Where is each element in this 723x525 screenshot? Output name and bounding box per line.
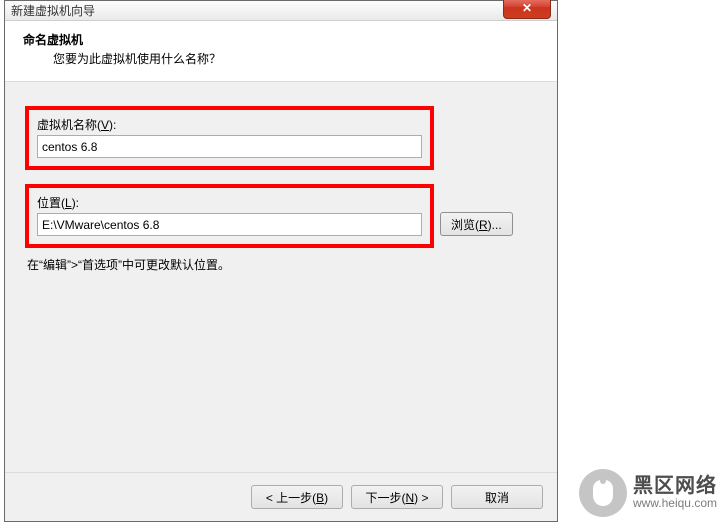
watermark-text: 黑区网络 www.heiqu.com: [633, 475, 717, 510]
cancel-button[interactable]: 取消: [451, 485, 543, 509]
wizard-footer: < 上一步(B) 下一步(N) > 取消: [5, 472, 557, 521]
watermark-cn: 黑区网络: [633, 475, 717, 497]
watermark-url: www.heiqu.com: [633, 497, 717, 510]
location-input[interactable]: [37, 213, 422, 236]
wizard-header: 命名虚拟机 您要为此虚拟机使用什么名称？: [5, 21, 557, 82]
header-title: 命名虚拟机: [23, 31, 539, 48]
watermark-logo-icon: [579, 469, 627, 517]
wizard-content: 虚拟机名称(V): 位置(L): 浏览(R)... 在“编辑”>“首选项”中可更…: [5, 82, 557, 472]
location-group: 位置(L):: [25, 184, 434, 248]
next-button[interactable]: 下一步(N) >: [351, 485, 443, 509]
watermark: 黑区网络 www.heiqu.com: [579, 469, 717, 517]
close-icon: ✕: [522, 1, 532, 15]
browse-button[interactable]: 浏览(R)...: [440, 212, 513, 236]
vm-name-input[interactable]: [37, 135, 422, 158]
vm-name-group: 虚拟机名称(V):: [25, 106, 434, 170]
wizard-window: 新建虚拟机向导 ✕ 命名虚拟机 您要为此虚拟机使用什么名称？ 虚拟机名称(V):…: [4, 0, 558, 522]
hint-text: 在“编辑”>“首选项”中可更改默认位置。: [27, 256, 537, 273]
back-button[interactable]: < 上一步(B): [251, 485, 343, 509]
location-row: 位置(L): 浏览(R)...: [25, 184, 537, 248]
header-subtitle: 您要为此虚拟机使用什么名称？: [23, 50, 539, 67]
location-label: 位置(L):: [37, 194, 422, 211]
close-button[interactable]: ✕: [503, 0, 551, 19]
vm-name-label: 虚拟机名称(V):: [37, 116, 422, 133]
window-title: 新建虚拟机向导: [11, 2, 95, 19]
titlebar: 新建虚拟机向导 ✕: [5, 1, 557, 21]
